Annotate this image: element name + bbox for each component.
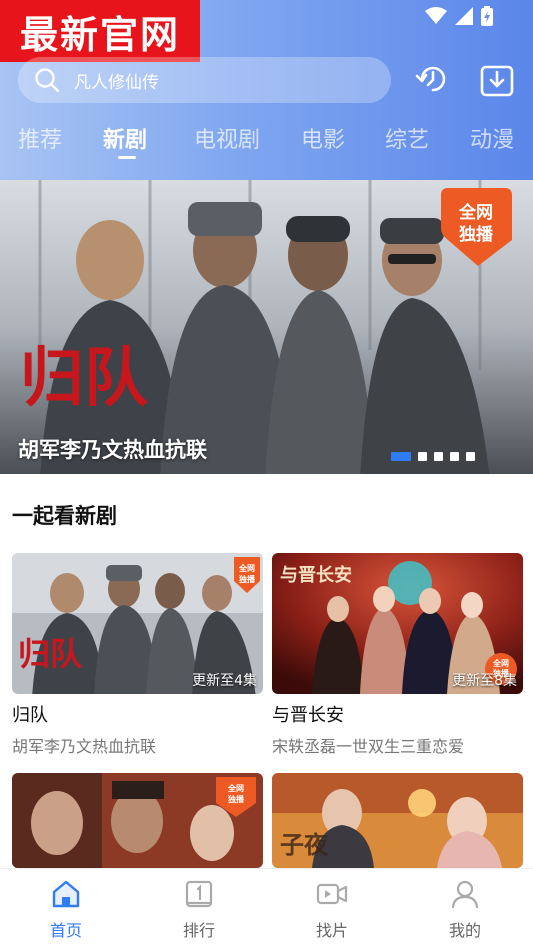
bottom-nav: 首页 排行 找片 我的 xyxy=(0,868,533,948)
search-placeholder: 凡人修仙传 xyxy=(74,72,159,93)
drama-thumbnail[interactable]: 归队 全网 独播 更新至4集 xyxy=(12,553,263,694)
status-bar xyxy=(425,6,493,26)
svg-text:独播: 独播 xyxy=(227,794,245,804)
carousel-dot[interactable] xyxy=(466,452,475,461)
drama-description: 宋轶丞磊一世双生三重恋爱 xyxy=(272,737,465,756)
battery-icon xyxy=(481,6,493,26)
user-icon xyxy=(451,880,479,909)
drama-thumbnail[interactable]: 全网 独播 xyxy=(12,773,263,868)
promo-badge: 最新官网 xyxy=(0,0,200,62)
drama-card[interactable]: 与晋长安 全网 独播 更新至8集 与晋长安 宋轶丞磊一世双生三重恋爱 xyxy=(272,553,523,756)
drama-description: 胡军李乃文热血抗联 xyxy=(12,737,157,756)
banner-carousel[interactable]: 归队 全网 独播 xyxy=(0,180,533,474)
wifi-icon xyxy=(425,7,447,24)
carousel-dot[interactable] xyxy=(450,452,459,461)
carousel-dot[interactable] xyxy=(434,452,443,461)
svg-text:独播: 独播 xyxy=(238,574,256,584)
svg-text:全网: 全网 xyxy=(227,783,244,793)
drama-card[interactable]: 子夜 xyxy=(272,773,523,868)
svg-text:独播: 独播 xyxy=(459,224,494,245)
tab-anime[interactable]: 动漫 xyxy=(470,122,514,154)
drama-card[interactable]: 归队 全网 独播 更新至4集 归队 胡军李乃文热血抗联 xyxy=(12,553,263,756)
tab-new-drama[interactable]: 新剧 xyxy=(103,122,147,154)
svg-text:归队: 归队 xyxy=(18,635,83,673)
drama-card[interactable]: 全网 独播 xyxy=(12,773,263,868)
section-title: 一起看新剧 xyxy=(12,504,117,528)
svg-text:全网: 全网 xyxy=(458,202,493,223)
tab-variety[interactable]: 综艺 xyxy=(385,122,429,154)
drama-thumbnail[interactable]: 子夜 xyxy=(272,773,523,868)
nav-profile[interactable]: 我的 xyxy=(425,879,505,941)
carousel-dot[interactable] xyxy=(418,452,427,461)
tab-tv-series[interactable]: 电视剧 xyxy=(194,122,260,154)
svg-text:全网: 全网 xyxy=(492,658,509,668)
nav-ranking[interactable]: 排行 xyxy=(159,879,239,941)
download-icon[interactable] xyxy=(478,60,516,98)
tab-movie[interactable]: 电影 xyxy=(301,122,345,154)
nav-find-video[interactable]: 找片 xyxy=(292,879,372,941)
drama-poster-image: 子夜 xyxy=(272,773,523,868)
svg-text:与晋长安: 与晋长安 xyxy=(280,564,352,586)
video-camera-icon xyxy=(316,883,348,905)
nav-label: 排行 xyxy=(182,921,215,940)
home-icon xyxy=(52,880,80,908)
history-icon[interactable] xyxy=(414,60,452,98)
svg-text:全网: 全网 xyxy=(238,563,255,573)
ranking-icon xyxy=(185,880,213,908)
nav-label: 找片 xyxy=(315,921,348,940)
category-tabs: 推荐 新剧 电视剧 电影 综艺 动漫 xyxy=(0,118,533,168)
search-icon xyxy=(35,68,60,93)
banner-title: 胡军李乃文热血抗联 xyxy=(18,438,207,462)
signal-icon xyxy=(455,7,473,25)
banner-logo-text: 归队 xyxy=(20,342,149,416)
drama-thumbnail[interactable]: 与晋长安 全网 独播 更新至8集 xyxy=(272,553,523,694)
nav-home[interactable]: 首页 xyxy=(26,879,106,941)
drama-poster-image: 全网 独播 xyxy=(12,773,263,868)
banner-image: 归队 全网 独播 xyxy=(0,180,533,474)
drama-title[interactable]: 归队 xyxy=(12,701,48,727)
episode-badge: 更新至8集 xyxy=(452,673,517,689)
carousel-dot[interactable] xyxy=(391,452,411,461)
active-tab-indicator xyxy=(118,156,136,159)
nav-label: 我的 xyxy=(448,921,481,940)
search-input[interactable]: 凡人修仙传 xyxy=(18,57,391,103)
drama-title[interactable]: 与晋长安 xyxy=(272,701,344,727)
carousel-dots xyxy=(391,452,475,461)
svg-text:子夜: 子夜 xyxy=(280,830,329,859)
episode-badge: 更新至4集 xyxy=(192,673,257,689)
nav-label: 首页 xyxy=(49,921,82,940)
tab-recommend[interactable]: 推荐 xyxy=(18,122,62,154)
